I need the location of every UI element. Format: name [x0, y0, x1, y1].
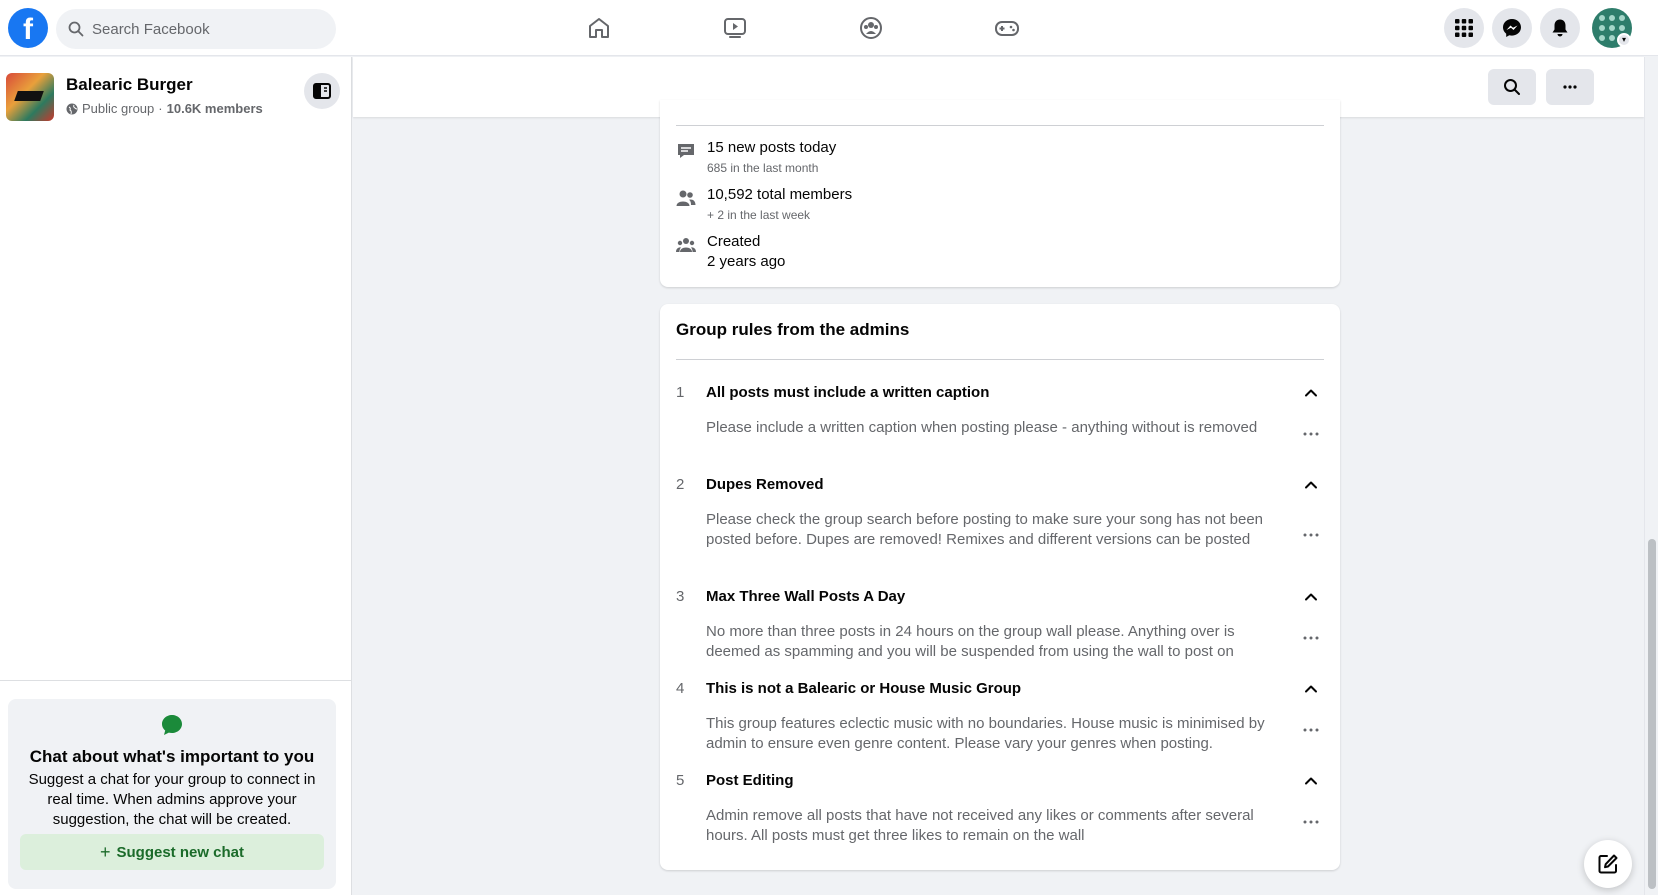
suggest-new-chat-label: Suggest new chat: [116, 843, 245, 861]
search-icon: [68, 21, 84, 37]
messenger-icon: [1503, 19, 1521, 37]
watch-icon[interactable]: [719, 12, 751, 44]
rule-title: Post Editing: [706, 772, 794, 789]
rule-number: 2: [676, 476, 685, 493]
stat-main: Created: [707, 233, 761, 250]
groups-icon[interactable]: [855, 12, 887, 44]
rule-description: This group features eclectic music with …: [706, 715, 1265, 752]
rule-number: 5: [676, 772, 685, 789]
rule-title: This is not a Balearic or House Music Gr…: [706, 680, 1022, 697]
chevron-up-icon[interactable]: [1302, 680, 1320, 698]
scrollbar-thumb[interactable]: [1648, 539, 1656, 889]
divider: [676, 125, 1324, 126]
group-more-options-button[interactable]: [1546, 69, 1594, 105]
chevron-up-icon[interactable]: [1302, 772, 1320, 790]
group-search-button[interactable]: [1488, 69, 1536, 105]
collapse-sidebar-button[interactable]: [304, 73, 340, 109]
chat-card-description: Suggest a chat for your group to connect…: [28, 771, 316, 828]
members-icon: [676, 190, 696, 206]
chat-bubble-icon: [162, 715, 182, 735]
group-meta: Public group · 10.6K members: [66, 101, 263, 116]
menu-grid-icon: [1455, 19, 1473, 37]
more-horizontal-icon[interactable]: [1300, 817, 1322, 827]
group-activity-card: 15 new posts today 685 in the last month…: [660, 100, 1340, 287]
search-icon: [1504, 79, 1520, 95]
sidebar-toggle-icon: [313, 83, 331, 99]
search-input[interactable]: [92, 20, 312, 38]
group-rules-card: Group rules from the admins 1 All posts …: [660, 304, 1340, 870]
rule-number: 4: [676, 680, 685, 697]
page-scrollbar[interactable]: [1644, 57, 1658, 895]
divider: [676, 359, 1324, 360]
stat-main: 10,592 total members: [707, 186, 853, 203]
stat-sub: + 2 in the last week: [707, 208, 811, 222]
notifications-button[interactable]: [1540, 8, 1580, 48]
left-sidebar: Balearic Burger Public group · 10.6K mem…: [0, 57, 352, 895]
chevron-up-icon[interactable]: [1302, 384, 1320, 402]
rule-title: Max Three Wall Posts A Day: [706, 588, 906, 605]
group-privacy: Public group: [82, 101, 155, 116]
gaming-icon[interactable]: [991, 12, 1023, 44]
search-box[interactable]: [56, 9, 336, 49]
group-member-count[interactable]: 10.6K members: [167, 101, 263, 116]
chevron-up-icon[interactable]: [1302, 476, 1320, 494]
more-horizontal-icon[interactable]: [1300, 725, 1322, 735]
rule-description: Please include a written caption when po…: [706, 419, 1258, 436]
top-navigation-bar: f ▾: [0, 0, 1658, 56]
rule-description: Admin remove all posts that have not rec…: [706, 807, 1254, 844]
messenger-button[interactable]: [1492, 8, 1532, 48]
rule-title: All posts must include a written caption: [706, 384, 990, 401]
suggest-new-chat-button[interactable]: + Suggest new chat: [20, 834, 324, 870]
rule-description: Please check the group search before pos…: [706, 511, 1264, 548]
facebook-logo[interactable]: f: [8, 8, 48, 48]
stat-main: 15 new posts today: [707, 139, 837, 156]
chevron-up-icon[interactable]: [1302, 588, 1320, 606]
more-horizontal-icon[interactable]: [1300, 429, 1322, 439]
created-icon: [676, 238, 696, 252]
rules-title: Group rules from the admins: [676, 320, 910, 339]
rule-number: 1: [676, 384, 685, 401]
more-horizontal-icon: [1563, 85, 1577, 89]
chevron-down-icon[interactable]: ▾: [1617, 33, 1631, 47]
rule-title: Dupes Removed: [706, 476, 824, 493]
rule-description: No more than three posts in 24 hours on …: [706, 623, 1235, 660]
group-name[interactable]: Balearic Burger: [66, 75, 193, 95]
posts-icon: [678, 144, 694, 158]
more-horizontal-icon[interactable]: [1300, 633, 1322, 643]
sidebar-divider: [0, 680, 352, 681]
plus-icon: +: [99, 841, 111, 862]
more-horizontal-icon[interactable]: [1300, 530, 1322, 540]
chat-card-title: Chat about what's important to you: [29, 747, 315, 766]
new-message-button[interactable]: [1584, 840, 1632, 888]
home-icon[interactable]: [583, 12, 615, 44]
compose-icon: [1598, 854, 1618, 874]
menu-button[interactable]: [1444, 8, 1484, 48]
stat-sub: 685 in the last month: [707, 161, 819, 175]
suggest-chat-card: Chat about what's important to you Sugge…: [8, 699, 336, 889]
meta-separator: ·: [158, 101, 163, 116]
globe-icon: [66, 103, 78, 114]
group-cover-thumbnail[interactable]: [6, 73, 54, 121]
rule-number: 3: [676, 588, 685, 605]
stat-sub: 2 years ago: [707, 253, 786, 270]
notifications-icon: [1552, 19, 1568, 37]
